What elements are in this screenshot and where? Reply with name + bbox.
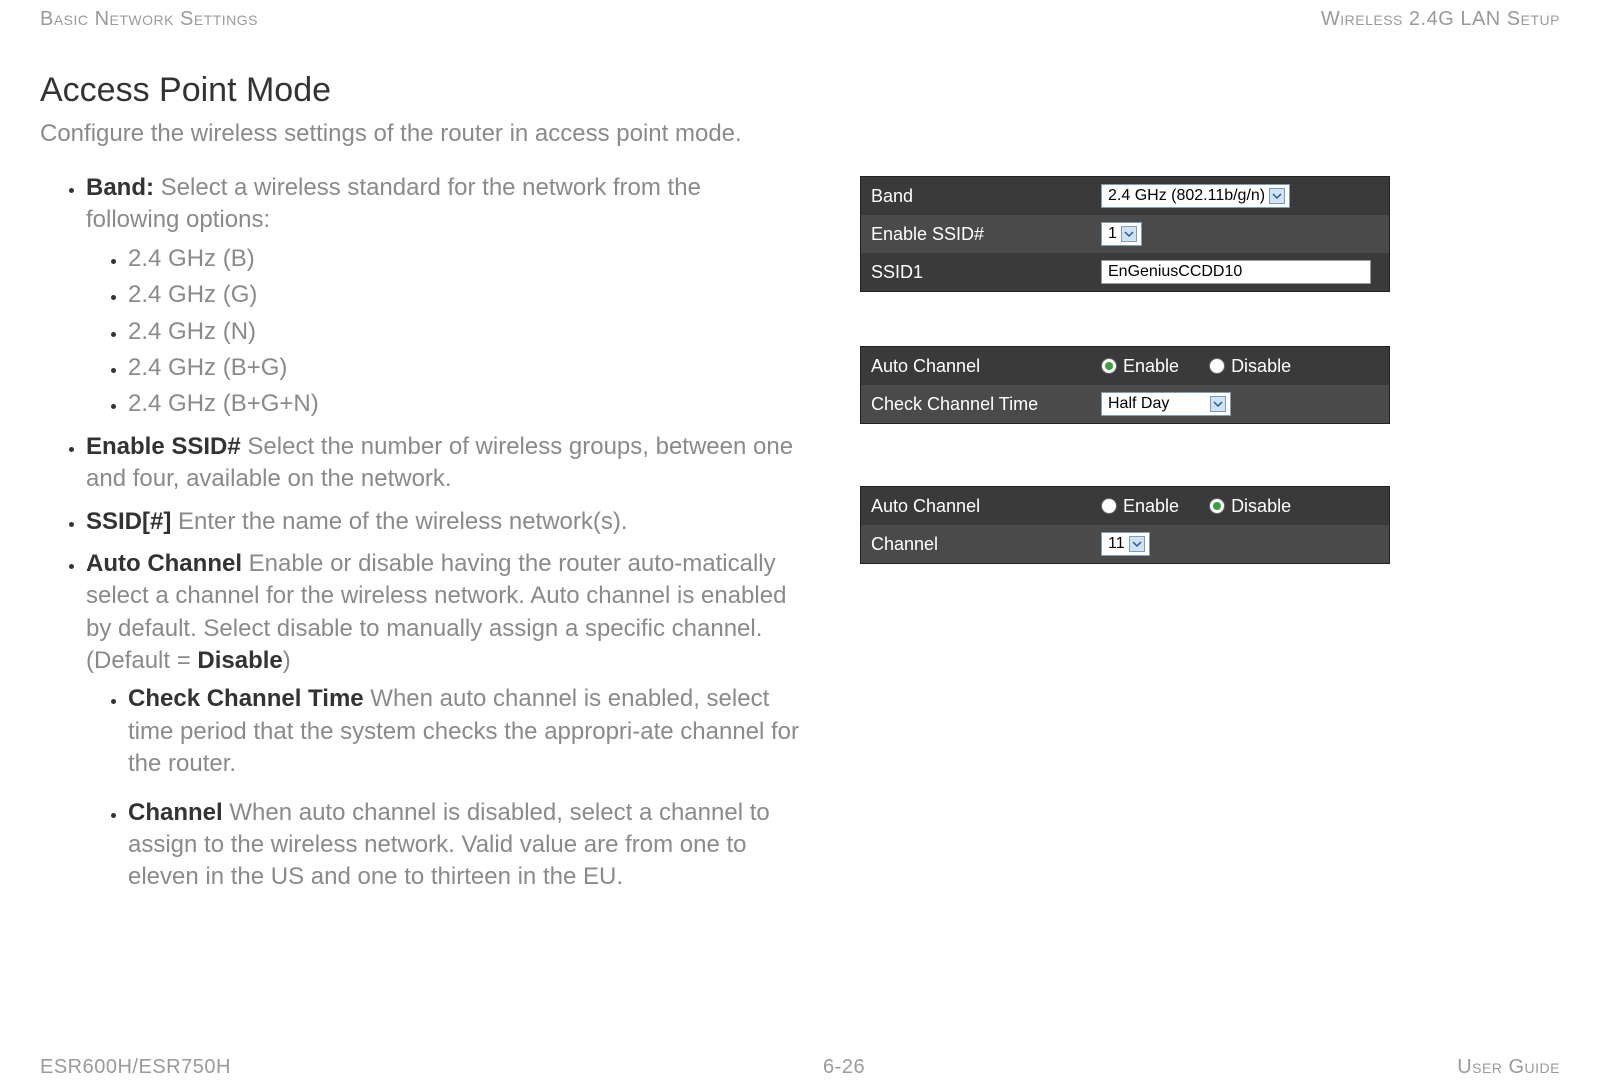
band-opt: 2.4 GHz (B+G) <box>128 352 800 384</box>
band-text: Select a wireless standard for the netwo… <box>86 174 701 233</box>
enable-ssid-label: Enable SSID# <box>86 433 241 460</box>
auto-channel-enable-radio[interactable]: Enable <box>1101 356 1179 377</box>
cct-field-label: Check Channel Time <box>861 394 1101 415</box>
bullet-band: Band: Select a wireless standard for the… <box>86 172 800 421</box>
band-select[interactable]: 2.4 GHz (802.11b/g/n) <box>1101 184 1290 208</box>
channel-text: When auto channel is disabled, select a … <box>128 799 770 891</box>
radio-icon <box>1101 498 1117 514</box>
band-opt: 2.4 GHz (N) <box>128 316 800 348</box>
bullet-ssid: SSID[#] Enter the name of the wireless n… <box>86 506 800 538</box>
band-label: Band: <box>86 174 154 201</box>
footer-left: ESR600H/ESR750H <box>40 1056 231 1079</box>
auto-channel-field-label: Auto Channel <box>861 356 1101 377</box>
cct-select-value: Half Day <box>1108 395 1169 413</box>
ssid1-field-label: SSID1 <box>861 262 1101 283</box>
ssid-text: Enter the name of the wireless network(s… <box>171 508 627 535</box>
page-footer: ESR600H/ESR750H 6-26 User Guide <box>40 1056 1560 1079</box>
enable-ssid-select[interactable]: 1 <box>1101 222 1142 246</box>
page-header: Basic Network Settings Wireless 2.4G LAN… <box>40 8 1560 31</box>
enable-ssid-field-label: Enable SSID# <box>861 224 1101 245</box>
auto-channel-label: Auto Channel <box>86 550 242 577</box>
chevron-down-icon <box>1129 536 1145 552</box>
cct-select[interactable]: Half Day <box>1101 392 1231 416</box>
chevron-down-icon <box>1210 396 1226 412</box>
band-select-value: 2.4 GHz (802.11b/g/n) <box>1108 187 1265 205</box>
chevron-down-icon <box>1269 188 1285 204</box>
panel-basic: Band 2.4 GHz (802.11b/g/n) Enable SSID# … <box>860 176 1390 292</box>
footer-right: User Guide <box>1457 1056 1560 1079</box>
channel-field-label: Channel <box>861 534 1101 555</box>
auto-channel-text-2: ) <box>283 647 291 674</box>
ssid1-input-value: EnGeniusCCDD10 <box>1108 263 1242 281</box>
screenshot-column: Band 2.4 GHz (802.11b/g/n) Enable SSID# … <box>860 172 1420 904</box>
channel-select[interactable]: 11 <box>1101 532 1150 556</box>
auto-channel-disable-radio[interactable]: Disable <box>1209 356 1291 377</box>
cct-label: Check Channel Time <box>128 685 364 712</box>
section-title: Access Point Mode <box>40 71 1560 110</box>
enable-ssid-select-value: 1 <box>1108 225 1117 243</box>
channel-label: Channel <box>128 799 223 826</box>
radio-label: Enable <box>1123 496 1179 517</box>
bullet-check-channel-time: Check Channel Time When auto channel is … <box>128 683 800 780</box>
auto-channel-field-label-2: Auto Channel <box>861 496 1101 517</box>
radio-icon <box>1209 358 1225 374</box>
auto-channel-enable-radio-2[interactable]: Enable <box>1101 496 1179 517</box>
panel-auto-channel-disable: Auto Channel Enable Disable <box>860 486 1390 564</box>
band-field-label: Band <box>861 186 1101 207</box>
footer-center: 6-26 <box>823 1056 865 1079</box>
channel-select-value: 11 <box>1108 535 1125 553</box>
band-opt: 2.4 GHz (B+G+N) <box>128 388 800 420</box>
bullet-auto-channel: Auto Channel Enable or disable having th… <box>86 548 800 894</box>
radio-icon <box>1101 358 1117 374</box>
ssid-label: SSID[#] <box>86 508 171 535</box>
radio-label: Disable <box>1231 496 1291 517</box>
radio-label: Enable <box>1123 356 1179 377</box>
ssid1-input[interactable]: EnGeniusCCDD10 <box>1101 260 1371 284</box>
description-column: Band: Select a wireless standard for the… <box>40 172 800 904</box>
auto-channel-default: Disable <box>197 647 282 674</box>
bullet-channel: Channel When auto channel is disabled, s… <box>128 797 800 894</box>
band-opt: 2.4 GHz (B) <box>128 243 800 275</box>
panel-auto-channel-enable: Auto Channel Enable Disable <box>860 346 1390 424</box>
radio-icon <box>1209 498 1225 514</box>
bullet-enable-ssid: Enable SSID# Select the number of wirele… <box>86 431 800 496</box>
chevron-down-icon <box>1121 226 1137 242</box>
radio-label: Disable <box>1231 356 1291 377</box>
header-left: Basic Network Settings <box>40 8 258 31</box>
auto-channel-disable-radio-2[interactable]: Disable <box>1209 496 1291 517</box>
band-opt: 2.4 GHz (G) <box>128 279 800 311</box>
header-right: Wireless 2.4G LAN Setup <box>1321 8 1560 31</box>
section-subtitle: Configure the wireless settings of the r… <box>40 120 1560 148</box>
